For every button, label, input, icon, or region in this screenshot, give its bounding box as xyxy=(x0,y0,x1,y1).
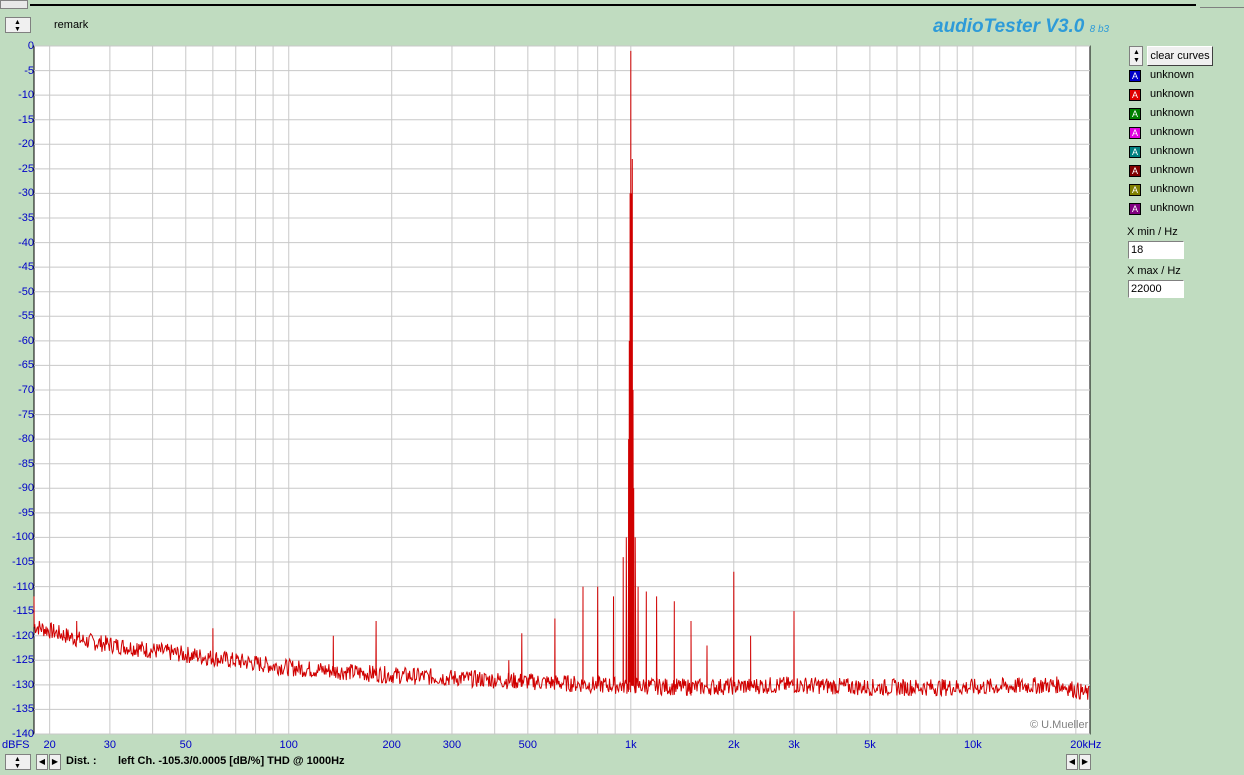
scroll-left-button[interactable]: ◀ xyxy=(36,754,48,770)
curves-spinner[interactable]: ▲ ▼ xyxy=(1129,46,1143,66)
x-axis-labels: 20 30 50 100 200 300 500 1k 2k 3k 5k 10k 20kHz xyxy=(0,0,1244,775)
curve-item-1[interactable]: A unknown xyxy=(1129,69,1229,85)
arrow-right-icon: ▶ xyxy=(1081,757,1089,766)
curve-item-3[interactable]: A unknown xyxy=(1129,107,1229,123)
spin-up-icon[interactable]: ▲ xyxy=(1133,49,1140,56)
curve-color-icon[interactable]: A xyxy=(1129,127,1141,139)
x-tick-label: 30 xyxy=(103,739,116,751)
y-axis-unit: dBFS xyxy=(2,739,30,751)
xmax-label: X max / Hz xyxy=(1127,265,1181,277)
curve-color-icon[interactable]: A xyxy=(1129,108,1141,120)
curve-label: unknown xyxy=(1150,88,1195,100)
x-tick-label: 5k xyxy=(864,739,876,751)
curve-color-icon[interactable]: A xyxy=(1129,70,1141,82)
spin-up-icon[interactable]: ▲ xyxy=(14,756,21,763)
curve-item-4[interactable]: A unknown xyxy=(1129,126,1229,142)
x-tick-label: 100 xyxy=(279,739,298,751)
x-tick-label: 20 xyxy=(43,739,56,751)
clear-curves-button[interactable]: clear curves xyxy=(1147,46,1213,66)
x-tick-label: 2k xyxy=(727,739,740,751)
x-tick-label: 10k xyxy=(963,739,982,751)
scroll-right-button[interactable]: ▶ xyxy=(49,754,61,770)
x-tick-label: 300 xyxy=(442,739,462,751)
xmin-input[interactable] xyxy=(1128,241,1184,259)
x-tick-label: 200 xyxy=(382,739,401,751)
x-tick-label: 500 xyxy=(518,739,538,751)
curve-color-icon[interactable]: A xyxy=(1129,184,1141,196)
curve-item-2[interactable]: A unknown xyxy=(1129,88,1229,104)
spin-down-icon[interactable]: ▼ xyxy=(1133,57,1140,64)
curve-item-6[interactable]: A unknown xyxy=(1129,164,1229,180)
curve-label: unknown xyxy=(1150,164,1195,176)
curve-label: unknown xyxy=(1150,202,1195,214)
dist-readout: left Ch. -105.3/0.0005 [dB/%] THD @ 1000… xyxy=(118,755,345,767)
curve-label: unknown xyxy=(1150,69,1195,81)
arrow-left-icon: ◀ xyxy=(1068,757,1076,766)
x-tick-label: 3k xyxy=(788,739,800,751)
curve-label: unknown xyxy=(1150,145,1195,157)
curve-color-icon[interactable]: A xyxy=(1129,203,1141,215)
scroll-left-button-right[interactable]: ◀ xyxy=(1066,754,1078,770)
curve-item-5[interactable]: A unknown xyxy=(1129,145,1229,161)
curve-label: unknown xyxy=(1150,107,1195,119)
curve-item-8[interactable]: A unknown xyxy=(1129,202,1229,218)
curve-color-icon[interactable]: A xyxy=(1129,89,1141,101)
bottom-spinner[interactable]: ▲ ▼ xyxy=(5,754,31,770)
dist-label: Dist. : xyxy=(66,755,97,767)
curve-label: unknown xyxy=(1150,183,1195,195)
arrow-left-icon: ◀ xyxy=(38,757,46,766)
x-tick-label: 1k xyxy=(624,739,637,751)
curve-color-icon[interactable]: A xyxy=(1129,165,1141,177)
xmax-input[interactable] xyxy=(1128,280,1184,298)
curve-color-icon[interactable]: A xyxy=(1129,146,1141,158)
spin-down-icon[interactable]: ▼ xyxy=(14,763,21,770)
x-tick-label: 20kHz xyxy=(1070,739,1102,751)
copyright-note: © U.Mueller xyxy=(1030,719,1089,731)
xmin-label: X min / Hz xyxy=(1127,226,1178,238)
curve-item-7[interactable]: A unknown xyxy=(1129,183,1229,199)
scroll-right-button-right[interactable]: ▶ xyxy=(1079,754,1091,770)
x-tick-label: 50 xyxy=(179,739,192,751)
arrow-right-icon: ▶ xyxy=(51,757,59,766)
curve-label: unknown xyxy=(1150,126,1195,138)
